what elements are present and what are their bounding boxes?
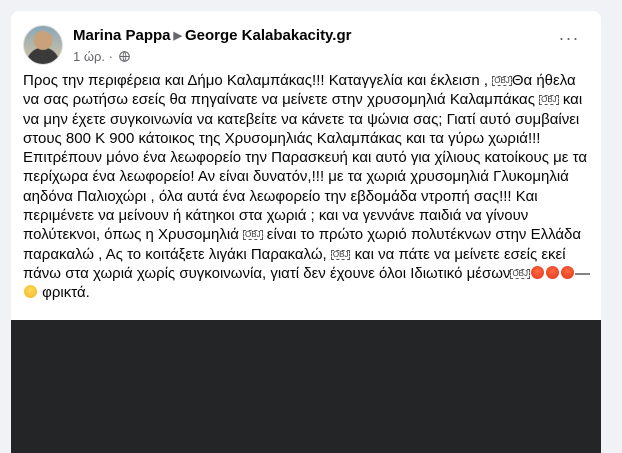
post-timestamp[interactable]: 1 ώρ. · [73,49,113,64]
object-replacement-glyph: OBJ [539,95,559,106]
more-options-button[interactable]: ··· [557,29,581,51]
post-text-dash: — [575,264,590,282]
post-media[interactable] [11,320,601,453]
object-replacement-glyph: OBJ [492,76,512,86]
angry-face-emoji [531,265,544,279]
post-text-segment: φρικτά. [42,284,90,302]
object-replacement-glyph: OBJ [510,268,530,279]
post-meta: 1 ώρ. · [73,49,130,64]
author-name[interactable]: Marina Pappa [73,27,171,44]
author-avatar[interactable] [23,25,63,65]
object-replacement-glyph: OBJ [330,249,351,260]
post-text: Προς την περιφέρεια και Δήμο Καλαμπάκας!… [23,71,591,303]
weary-face-emoji [24,285,37,299]
post-header: Marina Pappa ▶ George Kalabakacity.gr 1 ώρ… [23,23,589,67]
object-replacement-glyph: OBJ [243,230,263,241]
angry-face-emoji [546,265,559,279]
target-page-name[interactable]: George Kalabakacity.gr [185,27,351,44]
post-author-line: Marina Pappa ▶ George Kalabakacity.gr [73,27,351,44]
angry-face-emoji [561,265,574,279]
post-card: Marina Pappa ▶ George Kalabakacity.gr 1 ώρ… [11,11,601,453]
triangle-right-icon: ▶ [173,30,182,42]
post-text-segment: και να μην έχετε συγκοινωνία να κατεβείτ… [23,91,588,244]
globe-icon [118,51,130,62]
post-text-segment: Προς την περιφέρεια και Δήμο Καλαμπάκας!… [23,72,489,89]
